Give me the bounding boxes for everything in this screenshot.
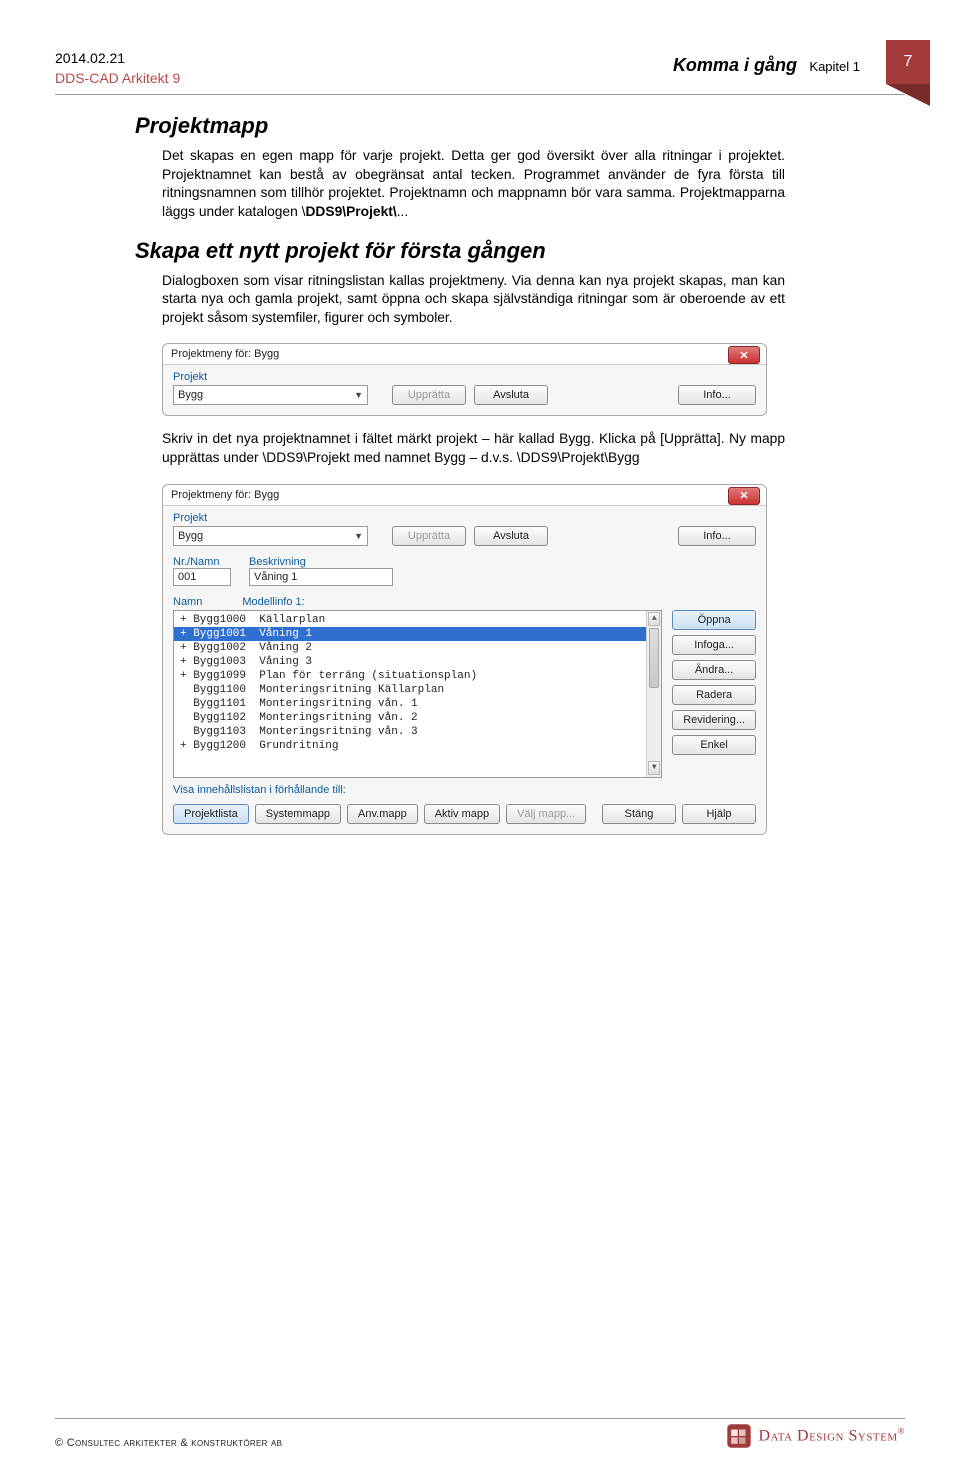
list-item[interactable]: Bygg1102 Monteringsritning vån. 2 <box>174 711 661 725</box>
dialog1-title: Projektmeny för: Bygg <box>163 344 766 365</box>
footer-copyright: © Consultec arkitekter & konstruktörer a… <box>55 1437 282 1449</box>
list-item[interactable]: + Bygg1000 Källarplan <box>174 613 661 627</box>
uppratta-button[interactable]: Upprätta <box>392 385 466 405</box>
hjalp-button[interactable]: Hjälp <box>682 804 756 824</box>
systemmapp-toggle[interactable]: Systemmapp <box>255 804 341 824</box>
section-skapa-para: Dialogboxen som visar ritningslistan kal… <box>162 272 785 328</box>
beskrivning-field[interactable]: Våning 1 <box>249 568 393 586</box>
label-nr: Nr./Namn <box>173 556 231 568</box>
section-projektmapp-title: Projektmapp <box>135 113 785 139</box>
footer-brand: Data Design System® <box>758 1426 905 1445</box>
enkel-button[interactable]: Enkel <box>672 735 756 755</box>
close-icon[interactable]: ✕ <box>728 346 760 364</box>
dialog-projektmeny-large: Projektmeny för: Bygg ✕ Projekt Bygg ▼ U… <box>162 484 767 835</box>
section-projektmapp-para: Det skapas en egen mapp för varje projek… <box>162 147 785 222</box>
nr-field[interactable]: 001 <box>173 568 231 586</box>
footer-brand-text: Data Design System <box>758 1428 897 1445</box>
page-footer: © Consultec arkitekter & konstruktörer a… <box>55 1418 905 1449</box>
projektlista-toggle[interactable]: Projektlista <box>173 804 249 824</box>
anvmapp-toggle[interactable]: Anv.mapp <box>347 804 418 824</box>
uppratta-button[interactable]: Upprätta <box>392 526 466 546</box>
para1a: Det skapas en egen mapp för varje projek… <box>162 148 785 219</box>
footer-logo: Data Design System® <box>726 1423 905 1449</box>
projekt-combo[interactable]: Bygg ▼ <box>173 526 368 546</box>
section-skapa-title: Skapa ett nytt projekt för första gången <box>135 238 785 264</box>
scroll-thumb[interactable] <box>649 628 659 688</box>
infoga-button[interactable]: Infoga... <box>672 635 756 655</box>
label-beskrivning: Beskrivning <box>249 556 306 568</box>
page-number-fold <box>886 84 930 106</box>
oppna-button[interactable]: Öppna <box>672 610 756 630</box>
scrollbar[interactable]: ▲ ▼ <box>646 611 661 777</box>
projekt-combo-value: Bygg <box>178 389 203 401</box>
header-title: Komma i gång <box>673 55 797 75</box>
projekt-combo[interactable]: Bygg ▼ <box>173 385 368 405</box>
list-item[interactable]: + Bygg1200 Grundritning <box>174 739 661 753</box>
aktivmapp-toggle[interactable]: Aktiv mapp <box>424 804 500 824</box>
label-projekt: Projekt <box>173 371 756 383</box>
projekt-combo-value: Bygg <box>178 530 203 542</box>
list-item[interactable]: + Bygg1002 Våning 2 <box>174 641 661 655</box>
para1-bold: DDS9\Projekt\ <box>305 204 396 219</box>
scroll-down-icon[interactable]: ▼ <box>648 761 660 775</box>
registered-icon: ® <box>898 1426 905 1436</box>
dialog-projektmeny-small: Projektmeny för: Bygg ✕ Projekt Bygg ▼ U… <box>162 343 767 416</box>
close-icon[interactable]: ✕ <box>728 487 760 505</box>
list-item[interactable]: Bygg1100 Monteringsritning Källarplan <box>174 683 661 697</box>
andra-button[interactable]: Ändra... <box>672 660 756 680</box>
header-chapter: Kapitel 1 <box>809 59 860 74</box>
info-button[interactable]: Info... <box>678 526 756 546</box>
list-item[interactable]: + Bygg1099 Plan för terräng (situationsp… <box>174 669 661 683</box>
ritningslista-listbox[interactable]: + Bygg1000 Källarplan+ Bygg1001 Våning 1… <box>173 610 662 778</box>
list-item[interactable]: Bygg1103 Monteringsritning vån. 3 <box>174 725 661 739</box>
valjmapp-button[interactable]: Välj mapp... <box>506 804 586 824</box>
header-right: Komma i gång Kapitel 1 <box>673 55 860 76</box>
header-rule <box>55 94 905 95</box>
label-visa: Visa innehållslistan i förhållande till: <box>173 784 756 796</box>
page-number-badge: 7 <box>886 40 930 84</box>
stang-button[interactable]: Stäng <box>602 804 676 824</box>
scroll-up-icon[interactable]: ▲ <box>648 612 660 626</box>
info-button[interactable]: Info... <box>678 385 756 405</box>
radera-button[interactable]: Radera <box>672 685 756 705</box>
list-item[interactable]: + Bygg1003 Våning 3 <box>174 655 661 669</box>
label-projekt: Projekt <box>173 512 756 524</box>
avsluta-button[interactable]: Avsluta <box>474 526 548 546</box>
label-modellinfo: Modellinfo 1: <box>242 596 304 608</box>
avsluta-button[interactable]: Avsluta <box>474 385 548 405</box>
dds-logo-icon <box>726 1423 752 1449</box>
chevron-down-icon: ▼ <box>354 390 363 400</box>
list-item[interactable]: + Bygg1001 Våning 1 <box>174 627 661 641</box>
dialog2-title: Projektmeny för: Bygg <box>163 485 766 506</box>
chevron-down-icon: ▼ <box>354 531 363 541</box>
revidering-button[interactable]: Revidering... <box>672 710 756 730</box>
mid-paragraph: Skriv in det nya projektnamnet i fältet … <box>162 430 785 467</box>
list-item[interactable]: Bygg1101 Monteringsritning vån. 1 <box>174 697 661 711</box>
para1b: ... <box>397 204 409 219</box>
label-namn: Namn <box>173 596 202 608</box>
